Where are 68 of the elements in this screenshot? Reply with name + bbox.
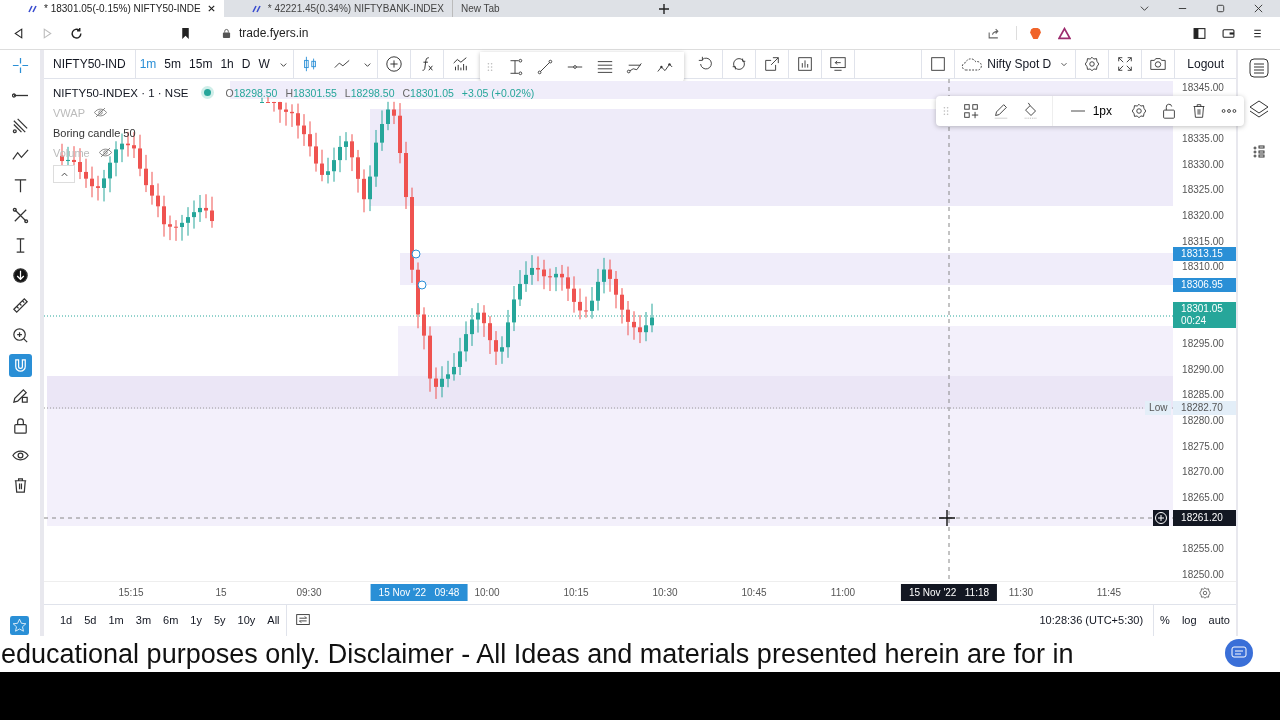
time-tick: 10:45 (741, 587, 767, 598)
ticker-text: educational purposes only. Disclaimer - All Ideas and materials presented herein are for in (1, 638, 1074, 670)
price-tick: 18335.00 (1182, 133, 1224, 144)
indicator-label[interactable]: Boring candle 50 (53, 126, 136, 139)
low-label: Low (1145, 401, 1172, 415)
time-tick: 11:00 (830, 587, 856, 598)
range-button[interactable]: 1d (54, 614, 79, 627)
price-tick: 18250.00 (1182, 569, 1224, 580)
countdown-text: 00:24 (1181, 315, 1208, 327)
ohlc-value: C18301.05 (402, 86, 454, 99)
time-tick: 15:15 (118, 587, 144, 598)
range-button[interactable]: 6m (157, 614, 185, 627)
price-tick: 18310.00 (1182, 261, 1224, 272)
browser-tab[interactable]: * 42221.45(0.34%) NIFTYBANK-INDEX (223, 0, 452, 17)
time-tick: 11:45 (1096, 587, 1122, 598)
interval-button[interactable]: 15m (185, 57, 217, 71)
symbol-title: NIFTY50-INDEX · 1 · NSE (53, 86, 189, 99)
range-button[interactable]: 1y (184, 614, 208, 627)
price-tick: 18345.00 (1182, 82, 1224, 93)
price-tick: 18275.00 (1182, 441, 1224, 452)
time-marker-label: 15 Nov '22 09:48 (370, 584, 468, 601)
range-button[interactable]: 5d (78, 614, 103, 627)
price-label: 18282.70 (1173, 401, 1237, 415)
price-tick: 18325.00 (1182, 184, 1224, 195)
scale-option-button[interactable]: % (1154, 614, 1176, 627)
ohlc-value: O18298.50 (225, 86, 278, 99)
clock-text: 10:28:36 (UTC+5:30) (1038, 614, 1145, 627)
time-tick: 10:30 (652, 587, 678, 598)
time-tick: 10:00 (474, 587, 500, 598)
time-tick: 10:15 (563, 587, 589, 598)
range-button[interactable]: 3m (129, 614, 158, 627)
price-label: 18306.95 (1173, 278, 1237, 292)
interval-button[interactable]: D (237, 57, 255, 71)
browser-tab[interactable]: * 18301.05(-0.15%) NIFTY50-INDE (0, 0, 224, 17)
price-label: 18313.15 (1173, 247, 1237, 261)
ohlc-value: L18298.50 (344, 86, 395, 99)
price-tick: 18265.00 (1182, 492, 1224, 503)
range-button[interactable]: 5y (207, 614, 232, 627)
price-tick: 18295.00 (1182, 338, 1224, 349)
range-button[interactable]: All (261, 614, 286, 627)
interval-button[interactable]: W (254, 57, 274, 71)
price-tick: 18255.00 (1182, 543, 1224, 554)
crosshair-price-label: 18261.20 (1173, 510, 1237, 526)
logout-button[interactable]: Logout (1175, 57, 1236, 71)
price-tick: 18330.00 (1182, 159, 1224, 170)
time-tick: 09:30 (296, 587, 322, 598)
ohlc-value: H18301.55 (285, 86, 337, 99)
time-tick: 15 (215, 587, 227, 598)
price-tick: 18270.00 (1182, 466, 1224, 477)
interval-button[interactable]: 1m (135, 57, 161, 71)
change-value: +3.05 (+0.02%) (461, 86, 535, 99)
range-button[interactable]: 10y (231, 614, 262, 627)
time-tick: 11:30 (1008, 587, 1034, 598)
scale-option-button[interactable]: auto (1202, 614, 1236, 627)
price-tick: 18280.00 (1182, 415, 1224, 426)
price-tick: 18315.00 (1182, 236, 1224, 247)
price-tick: 18285.00 (1182, 389, 1224, 400)
line-width-button[interactable]: 1px (1064, 103, 1118, 119)
template-dropdown[interactable]: Nifty Spot D (955, 56, 1076, 72)
interval-button[interactable]: 1h (216, 57, 238, 71)
interval-button[interactable]: 5m (160, 57, 186, 71)
time-marker-label: 15 Nov '22 11:18 (900, 584, 998, 601)
scale-option-button[interactable]: log (1175, 614, 1203, 627)
price-tick: 18290.00 (1182, 364, 1224, 375)
symbol-label[interactable]: NIFTY50-IND (44, 57, 135, 71)
price-tick: 18320.00 (1182, 210, 1224, 221)
range-button[interactable]: 1m (102, 614, 130, 627)
price-text: 18301.05 (1181, 303, 1224, 315)
